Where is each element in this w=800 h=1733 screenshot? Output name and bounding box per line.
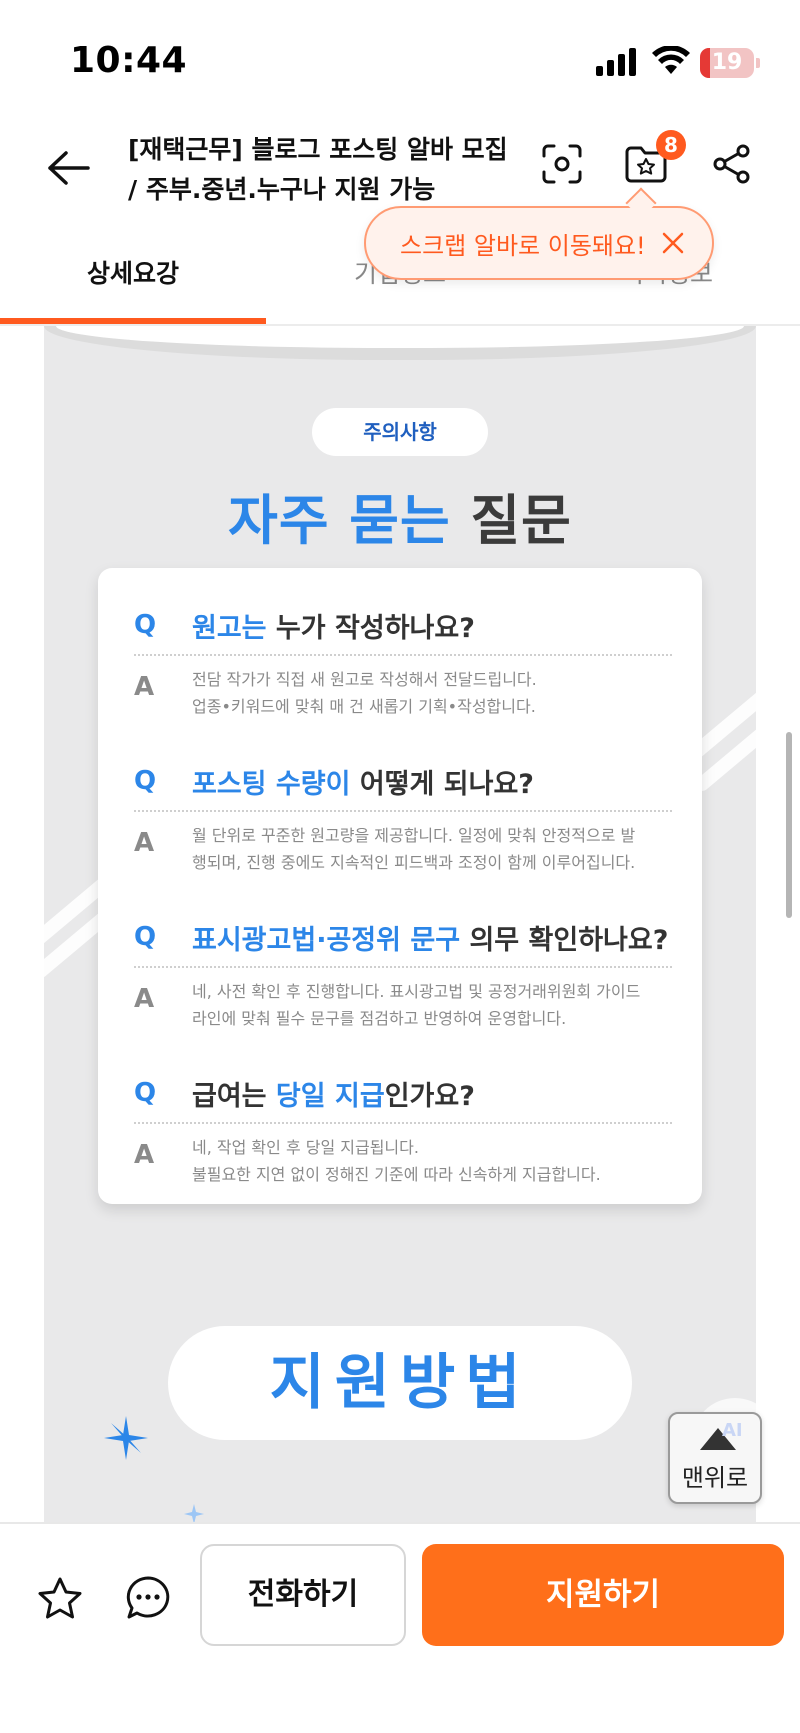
call-button[interactable]: 전화하기 xyxy=(200,1544,406,1646)
page-title-line2: / 주부.중년.누구나 지원 가능 xyxy=(128,175,436,204)
page-title: [재택근무] 블로그 포스팅 알바 모집 / 주부.중년.누구나 지원 가능 xyxy=(128,130,508,210)
wifi-icon xyxy=(652,45,690,80)
faq-question: 급여는 당일 지급인가요? xyxy=(192,1080,475,1112)
scrollbar[interactable] xyxy=(786,732,792,918)
faq-title: 자주 묻는 질문 xyxy=(44,476,756,555)
close-icon xyxy=(662,232,683,254)
scan-button[interactable] xyxy=(534,136,590,192)
faq-item: Q 포스팅 수량이 어떻게 되나요? A 월 단위로 꾸준한 원고량을 제공합니… xyxy=(134,752,672,876)
faq-question: 원고는 누가 작성하나요? xyxy=(192,612,475,644)
signal-icon xyxy=(596,48,640,80)
sparkle-icon xyxy=(104,1416,148,1464)
tab-detail[interactable]: 상세요강 xyxy=(0,246,266,324)
bottom-action-bar: 전화하기 지원하기 xyxy=(0,1522,800,1733)
question-mark: Q xyxy=(134,766,157,796)
faq-question: 포스팅 수량이 어떻게 되나요? xyxy=(192,768,534,800)
scrap-tooltip: 스크랩 알바로 이동돼요! xyxy=(364,206,714,280)
star-icon xyxy=(38,1577,82,1619)
faq-question: 표시광고법·공정위 문구 의무 확인하나요? xyxy=(192,924,669,956)
decorative-curve xyxy=(44,326,756,360)
job-detail-image: 주의사항 자주 묻는 질문 Q 원고는 누가 작성하나요? A 전담 작가가 직… xyxy=(44,326,756,1522)
page-title-line1: [재택근무] 블로그 포스팅 알바 모집 xyxy=(128,135,508,164)
answer-mark: A xyxy=(134,672,155,702)
favorite-button[interactable] xyxy=(30,1568,90,1628)
tab-active-indicator xyxy=(0,318,266,324)
scan-icon xyxy=(542,144,582,184)
sparkle-icon xyxy=(184,1504,204,1522)
tooltip-text: 스크랩 알바로 이동돼요! xyxy=(400,231,646,260)
answer-mark: A xyxy=(134,828,155,858)
faq-title-highlight: 자주 묻는 xyxy=(228,489,451,552)
faq-item: Q 표시광고법·공정위 문구 의무 확인하나요? A 네, 사전 확인 후 진행… xyxy=(134,908,672,1032)
back-arrow-icon xyxy=(48,151,90,185)
notice-label: 주의사항 xyxy=(312,408,488,456)
scroll-to-top-label: 맨위로 xyxy=(681,1464,749,1492)
faq-answer: 전담 작가가 직접 새 원고로 작성해서 전달드립니다. 업종•키워드에 맞춰 … xyxy=(192,670,537,716)
status-bar: 10:44 19 xyxy=(0,0,800,120)
answer-mark: A xyxy=(134,984,155,1014)
battery-icon: 19 xyxy=(700,48,760,78)
faq-card: Q 원고는 누가 작성하나요? A 전담 작가가 직접 새 원고로 작성해서 전… xyxy=(98,568,702,1204)
apply-method-title: 지원방법 xyxy=(168,1326,632,1440)
faq-item: Q 원고는 누가 작성하나요? A 전담 작가가 직접 새 원고로 작성해서 전… xyxy=(134,596,672,720)
answer-mark: A xyxy=(134,1140,155,1170)
scroll-to-top-button[interactable]: AI 맨위로 xyxy=(668,1412,762,1504)
faq-answer: 네, 사전 확인 후 진행합니다. 표시광고법 및 공정거래위원회 가이드 라인… xyxy=(192,982,641,1028)
back-button[interactable] xyxy=(40,140,96,196)
share-button[interactable] xyxy=(704,136,760,192)
status-time: 10:44 xyxy=(70,40,188,81)
chat-button[interactable] xyxy=(118,1568,178,1628)
question-mark: Q xyxy=(134,610,157,640)
faq-answer: 네, 작업 확인 후 당일 지급됩니다. 불필요한 지연 없이 정해진 기준에 … xyxy=(192,1138,601,1184)
battery-level: 19 xyxy=(711,50,743,75)
faq-answer: 월 단위로 꾸준한 원고량을 제공합니다. 일정에 맞춰 안정적으로 발 행되며… xyxy=(192,826,636,872)
tooltip-close-button[interactable] xyxy=(658,228,688,258)
scrap-count-badge: 8 xyxy=(656,130,686,160)
faq-title-rest: 질문 xyxy=(470,489,572,552)
question-mark: Q xyxy=(134,922,157,952)
ai-tag: AI xyxy=(722,1420,743,1441)
chat-icon xyxy=(126,1576,170,1619)
apply-button[interactable]: 지원하기 xyxy=(422,1544,784,1646)
question-mark: Q xyxy=(134,1078,157,1108)
faq-item: Q 급여는 당일 지급인가요? A 네, 작업 확인 후 당일 지급됩니다. 불… xyxy=(134,1064,672,1188)
share-icon xyxy=(713,144,750,184)
